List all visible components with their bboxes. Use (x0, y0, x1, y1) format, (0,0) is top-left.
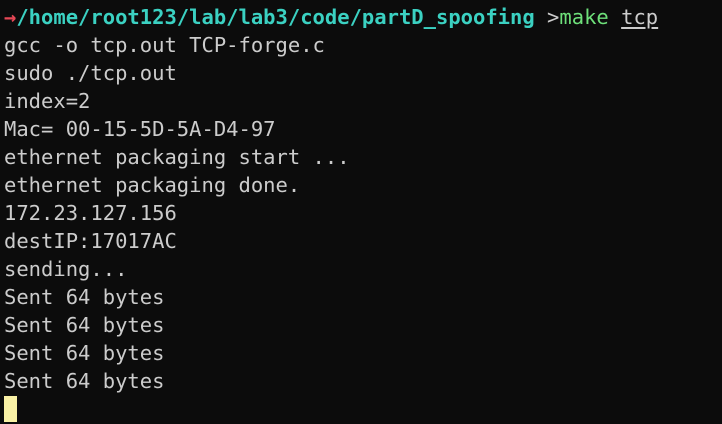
output-line: 172.23.127.156 (4, 201, 177, 225)
prompt-line: →/home/root123/lab/lab3/code/partD_spoof… (4, 3, 720, 31)
prompt-command: make (559, 5, 609, 29)
output-line: Mac= 00-15-5D-5A-D4-97 (4, 117, 276, 141)
terminal-window[interactable]: →/home/root123/lab/lab3/code/partD_spoof… (4, 0, 720, 424)
output-line: destIP:17017AC (4, 229, 177, 253)
output-line: ethernet packaging done. (4, 173, 301, 197)
output-line: Sent 64 bytes (4, 313, 165, 337)
prompt-path: /home/root123/lab/lab3/code/partD_spoofi… (16, 5, 535, 29)
output-line: sudo ./tcp.out (4, 61, 177, 85)
output-line: Sent 64 bytes (4, 285, 165, 309)
prompt-arrow-icon: → (4, 5, 17, 29)
output-line: Sent 64 bytes (4, 341, 165, 365)
input-line[interactable] (4, 395, 720, 423)
output-line: index=2 (4, 89, 91, 113)
prompt-argument: tcp (621, 5, 659, 29)
output-line: ethernet packaging start ... (4, 145, 350, 169)
output-line: Sent 64 bytes (4, 369, 165, 393)
output-line: sending... (4, 257, 128, 281)
terminal-cursor[interactable] (4, 396, 17, 422)
output-line: gcc -o tcp.out TCP-forge.c (4, 33, 325, 57)
prompt-separator: > (534, 5, 560, 29)
